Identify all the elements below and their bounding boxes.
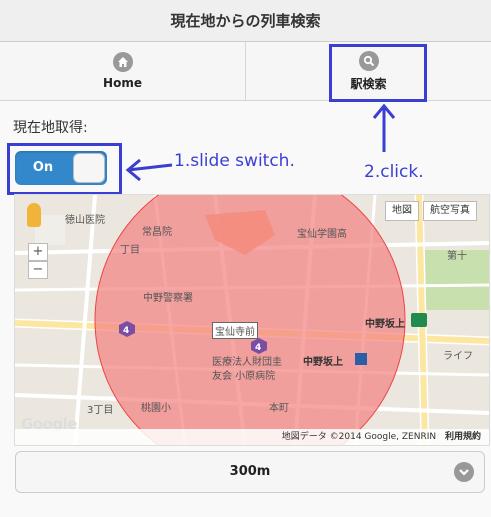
click-annotation-box [329,44,427,102]
page-title: 現在地からの列車検索 [170,12,321,30]
home-icon [112,52,133,72]
map-label: 中野警察署 [143,293,193,304]
radius-select[interactable]: 300m [15,451,485,493]
nav-home-button[interactable]: Home [0,42,245,100]
chevron-down-icon [454,462,474,482]
map-label: 宝仙寺前 [212,322,258,339]
map-type-aerial-button[interactable]: 航空写真 [423,201,477,221]
map-label: 徳山医院 [65,215,105,226]
location-switch[interactable]: On [15,151,107,185]
map-label: 桃園小 [141,403,171,414]
click-annotation-text: 2.click. [364,162,424,182]
switch-handle[interactable] [73,153,105,183]
map-label: 医療法人財団圭 [212,357,282,368]
map-label: 宝仙学園高 [297,229,347,240]
slide-annotation-text: 1.slide switch. [174,151,295,171]
map-label: 本町 [269,403,289,414]
map-credit-text: 地図データ ©2014 Google, ZENRIN [281,432,437,442]
map-label: 中野坂上 [365,319,405,330]
app-header: 現在地からの列車検索 [0,0,491,42]
map-terms-link[interactable]: 利用規約 [445,432,481,442]
map-label: 常昌院 [142,227,172,238]
switch-label: On [32,160,54,175]
route-badge-label: 4 [123,326,129,336]
zoom-out-button[interactable]: − [28,261,48,279]
map-label: 第十 [447,251,467,262]
map-label: 丁目 [120,245,140,256]
map-credit: 地図データ ©2014 Google, ZENRIN 利用規約 [15,429,489,445]
map-type-map-button[interactable]: 地図 [385,201,419,221]
map-label: 3丁目 [87,405,114,416]
nav-home-label: Home [103,76,142,90]
zoom-in-button[interactable]: + [28,243,48,261]
route-badge-label: 4 [255,343,261,353]
radius-select-value: 300m [229,464,271,479]
map-label: 中野坂上 [303,357,343,368]
location-label: 現在地取得: [13,120,88,136]
map-view[interactable]: 4 4 地図 航空写真 + − 徳山医院 常昌院 丁目 宝仙学園高 中野警察署 … [14,194,490,446]
map-label: ライフ [443,351,473,362]
pegman-icon[interactable] [27,203,41,227]
map-label: 友会 小原病院 [212,371,276,382]
